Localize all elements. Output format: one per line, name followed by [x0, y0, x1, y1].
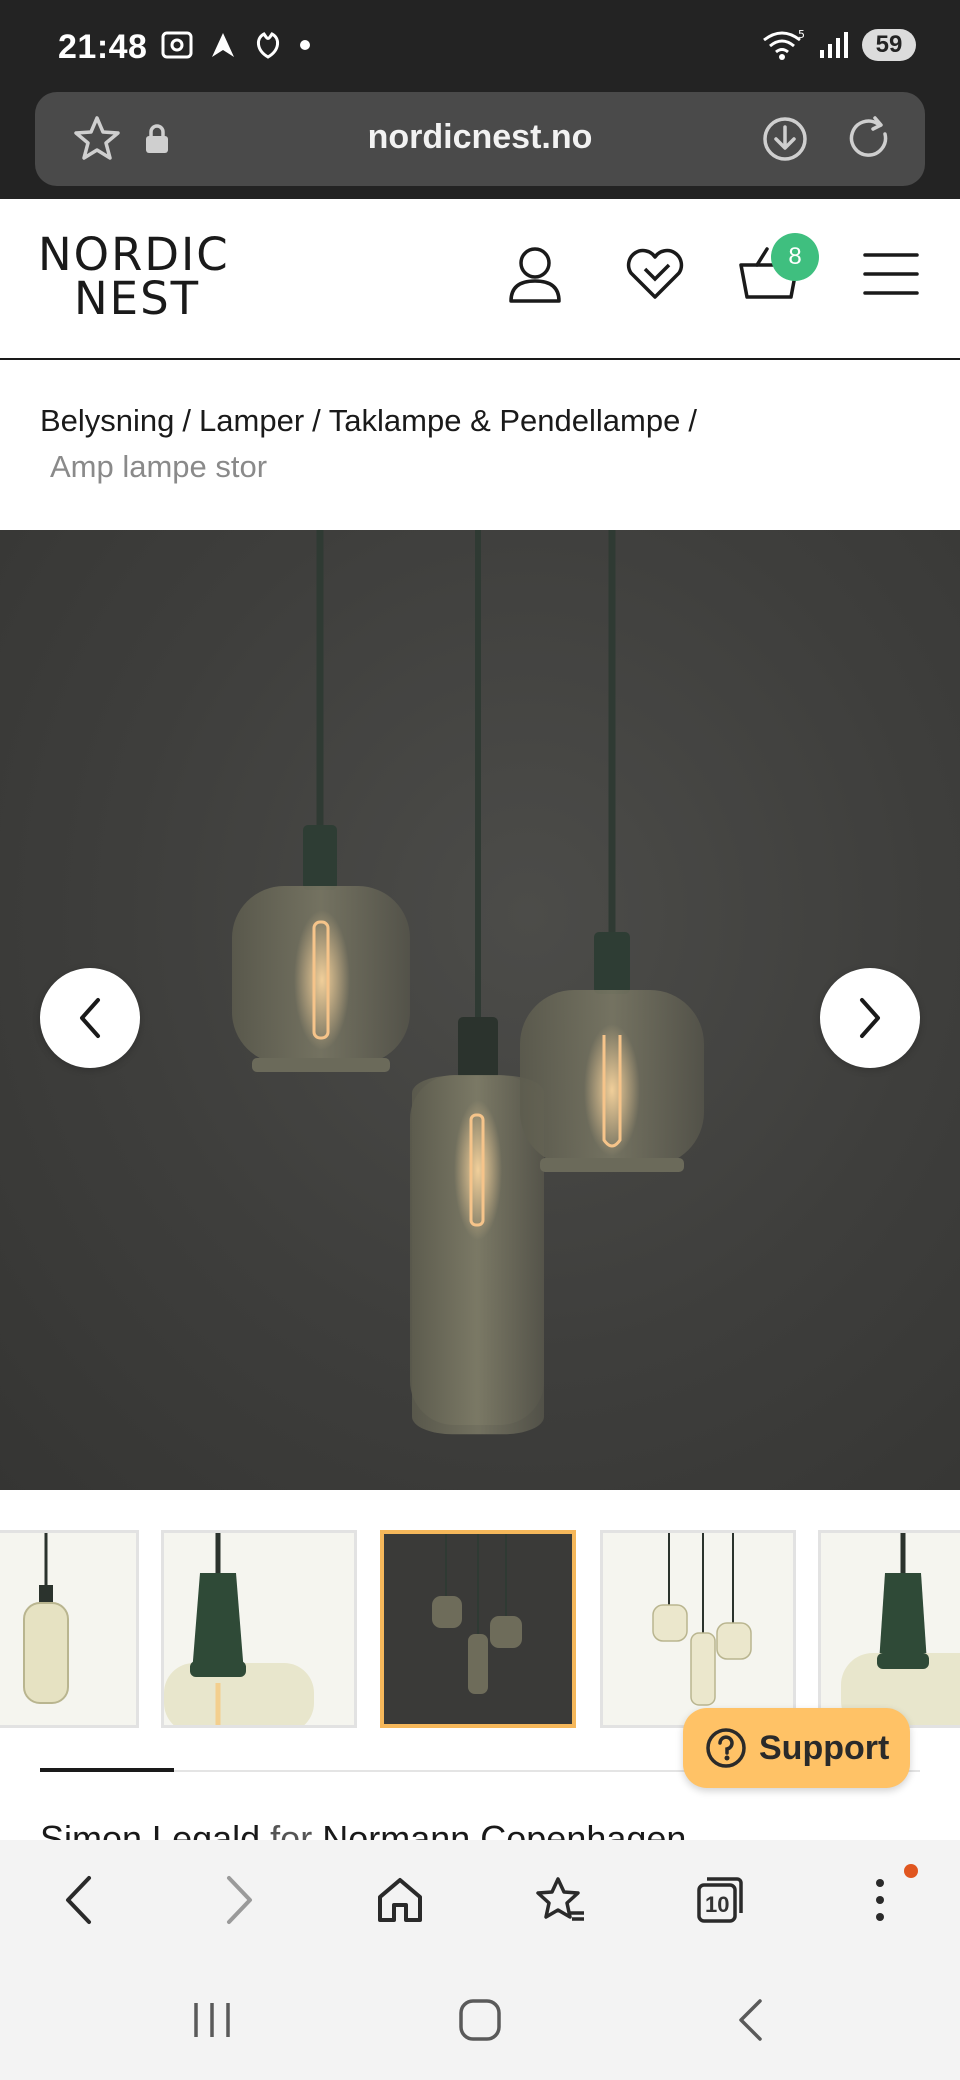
menu-hamburger-icon[interactable] [856, 239, 926, 309]
breadcrumb-link-taklampe[interactable]: Taklampe & Pendellampe [329, 403, 681, 438]
android-home-icon [459, 1999, 501, 2041]
help-question-icon [706, 1728, 746, 1768]
thumbnail-3-active[interactable] [380, 1530, 576, 1728]
menu-notification-dot [904, 1864, 918, 1878]
download-icon[interactable] [755, 92, 815, 186]
more-vertical-icon [876, 1879, 884, 1921]
status-bar: 21:48 5 59 [0, 0, 960, 92]
logo-line-1: NORDIC [38, 228, 230, 281]
dot-icon [300, 40, 310, 50]
url-bar[interactable]: nordicnest.no [35, 92, 925, 186]
account-icon[interactable] [500, 239, 570, 309]
status-system-icons: 5 59 [762, 28, 916, 62]
app-leaf-icon [257, 32, 279, 59]
support-button[interactable]: Support [683, 1708, 910, 1788]
site-header: NORDIC NEST [0, 199, 960, 360]
breadcrumb-separator: / [312, 403, 321, 438]
support-label: Support [759, 1728, 890, 1767]
thumbnail-1[interactable] [0, 1530, 139, 1728]
browser-menu-button[interactable] [832, 1840, 928, 1960]
site-logo[interactable]: NORDIC NEST [38, 228, 230, 325]
pendant-lamps-illustration [232, 530, 704, 1435]
android-back-button[interactable] [690, 1960, 810, 2080]
logo-line-2: NEST [74, 272, 201, 325]
thumbnail-4[interactable] [600, 1530, 796, 1728]
signal-icon [820, 32, 848, 58]
status-notification-icons [160, 30, 312, 60]
product-main-image[interactable] [0, 530, 960, 1490]
back-arrow-icon [66, 1876, 91, 1924]
gallery-next-button[interactable] [820, 968, 920, 1068]
android-home-button[interactable] [420, 1960, 540, 2080]
android-back-icon [739, 1999, 762, 2041]
breadcrumb-current: Amp lampe stor [50, 449, 268, 484]
gallery-prev-button[interactable] [40, 968, 140, 1068]
cart-count-badge: 8 [771, 233, 819, 281]
browser-back-button[interactable] [30, 1840, 126, 1960]
thumbnail-2[interactable] [161, 1530, 357, 1728]
breadcrumb: Belysning / Lamper / Taklampe & Pendellampe /… [40, 398, 920, 490]
thumbnail-5[interactable] [818, 1530, 960, 1728]
android-nav-bar [0, 1960, 960, 2080]
browser-toolbar: 10 [0, 1840, 960, 1960]
home-icon [378, 1878, 422, 1922]
tab-count: 10 [705, 1892, 730, 1917]
breadcrumb-link-lamper[interactable]: Lamper [199, 403, 304, 438]
chevron-right-icon [860, 998, 880, 1038]
browser-bookmarks-button[interactable] [512, 1840, 608, 1960]
forward-arrow-icon [227, 1876, 252, 1924]
browser-chrome: 21:48 5 59 nordicnest.no [0, 0, 960, 199]
reload-icon[interactable] [835, 92, 905, 186]
status-time: 21:48 [58, 28, 148, 66]
svg-text:5: 5 [798, 28, 805, 41]
battery-indicator: 59 [862, 29, 916, 61]
tab-active-indicator [40, 1768, 174, 1772]
wishlist-heart-icon[interactable] [620, 239, 690, 309]
browser-tabs-button[interactable]: 10 [672, 1840, 768, 1960]
thumbnail-strip [0, 1530, 960, 1730]
recent-apps-button[interactable] [152, 1960, 272, 2080]
browser-forward-button[interactable] [192, 1840, 288, 1960]
wifi-icon: 5 [763, 28, 805, 60]
browser-home-button[interactable] [352, 1840, 448, 1960]
nav-arrow-icon [212, 33, 234, 57]
breadcrumb-separator: / [182, 403, 192, 438]
bookmarks-star-icon [536, 1877, 584, 1921]
screenshot-icon [161, 31, 193, 59]
breadcrumb-separator: / [688, 403, 697, 438]
breadcrumb-link-belysning[interactable]: Belysning [40, 403, 174, 438]
recent-apps-icon [194, 2003, 230, 2037]
chevron-left-icon [80, 998, 100, 1038]
